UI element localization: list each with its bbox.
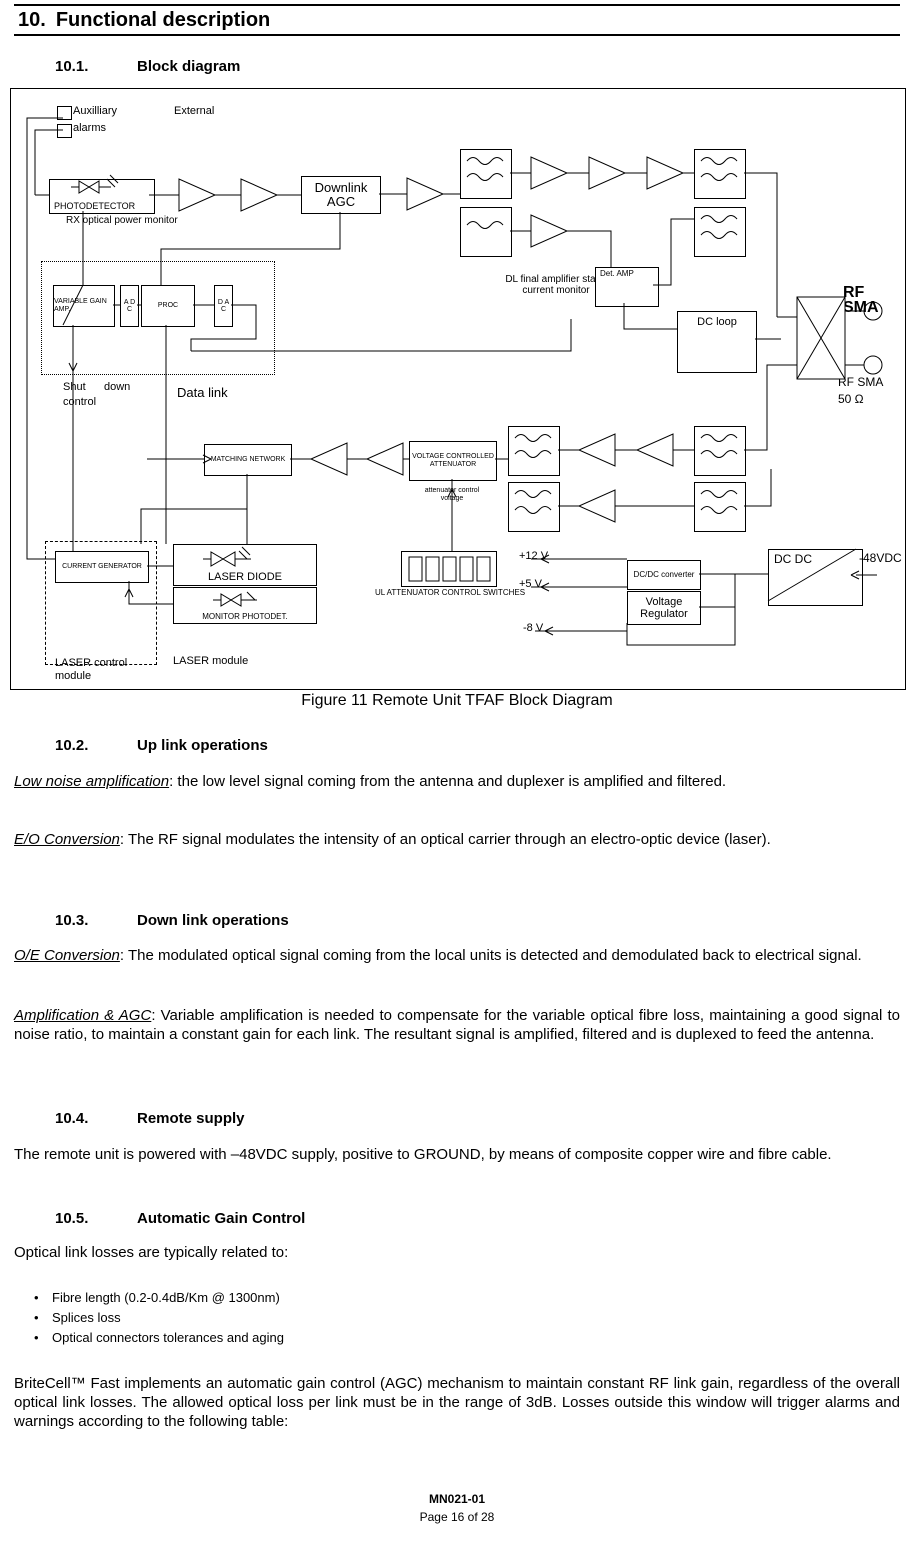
text-low-noise-amplification: : the low level signal coming from the a… [169,773,727,790]
section-10-2-number: 10.2. [55,737,89,754]
list-item: Optical connectors tolerances and aging [14,1328,900,1348]
paragraph-uplink-lna: Low noise amplification: the low level s… [14,772,900,791]
section-10-4-number: 10.4. [55,1110,89,1127]
text-oe-conversion: : The modulated optical signal coming fr… [119,947,862,964]
paragraph-britecell-agc: BriteCell™ Fast implements an automatic … [14,1375,900,1430]
text-eo-conversion: : The RF signal modulates the intensity … [119,831,771,848]
list-item: Splices loss [14,1308,900,1328]
section-heading-10-2: 10.2. Up link operations [55,737,268,754]
section-10-1-number: 10.1. [55,58,89,75]
document-page: 10. Functional description 10.1. Block di… [0,0,914,1547]
footer-doc-number: MN021-01 [428,1492,486,1506]
paragraph-oe-conversion: O/E Conversion: The modulated optical si… [14,946,900,965]
block-diagram: Auxilliary External alarms PHOTODETECTOR… [10,88,906,690]
page-title: 10. Functional description [14,4,900,36]
page-title-number: 10. [18,8,46,31]
paragraph-eo-conversion: E/O Conversion: The RF signal modulates … [14,830,900,849]
section-heading-10-3: 10.3. Down link operations [55,912,289,929]
bullet-list-losses: Fibre length (0.2-0.4dB/Km @ 1300nm) Spl… [14,1288,900,1348]
lead-low-noise-amplification: Low noise amplification [14,773,170,790]
section-10-3-title: Down link operations [137,912,289,929]
paragraph-remote-supply: The remote unit is powered with –48VDC s… [14,1146,832,1163]
section-10-4-title: Remote supply [137,1110,245,1127]
section-heading-10-1: 10.1. Block diagram [55,58,240,75]
section-10-5-title: Automatic Gain Control [137,1210,306,1227]
page-title-text: Functional description [55,8,271,31]
figure-caption: Figure 11 Remote Unit TFAF Block Diagram [301,692,613,709]
footer-page-number: Page 16 of 28 [419,1510,495,1524]
paragraph-amplification-agc: Amplification & AGC: Variable amplificat… [14,1006,900,1044]
section-10-2-title: Up link operations [137,737,268,754]
section-heading-10-4: 10.4. Remote supply [55,1110,245,1127]
lead-oe-conversion: O/E Conversion [14,947,120,964]
section-heading-10-5: 10.5. Automatic Gain Control [55,1210,305,1227]
section-10-5-number: 10.5. [55,1210,89,1227]
paragraph-optical-losses: Optical link losses are typically relate… [14,1244,289,1261]
list-item: Fibre length (0.2-0.4dB/Km @ 1300nm) [14,1288,900,1308]
section-10-1-title: Block diagram [137,58,241,75]
lead-amplification-agc: Amplification & AGC [14,1007,152,1024]
section-10-3-number: 10.3. [55,912,89,929]
lead-eo-conversion: E/O Conversion [14,831,120,848]
diagram-wires [26,117,883,646]
